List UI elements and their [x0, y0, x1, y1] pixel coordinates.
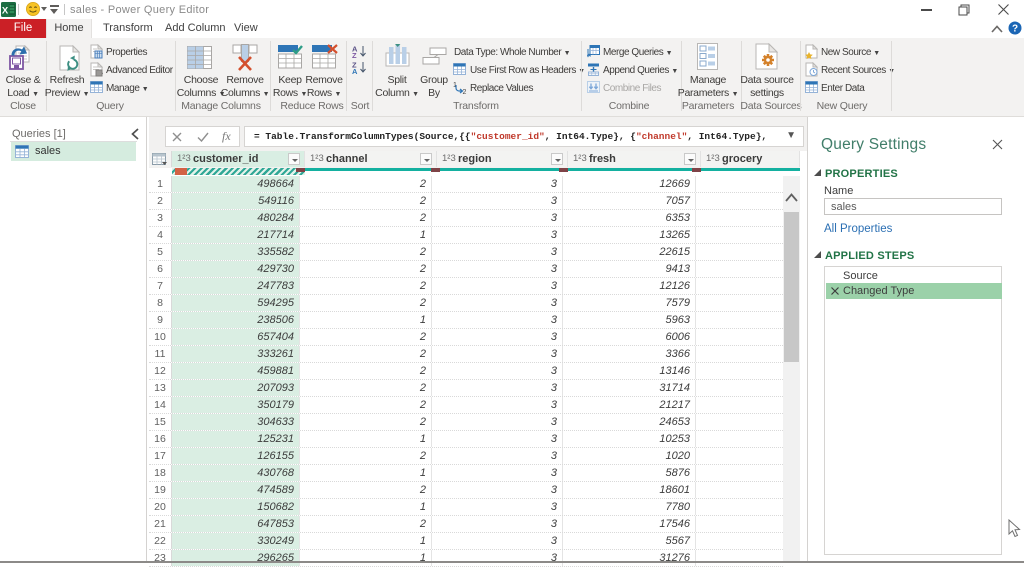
svg-text:A: A	[352, 67, 358, 74]
svg-text:2: 2	[463, 89, 467, 94]
svg-text:?: ?	[1012, 24, 1018, 35]
svg-text:X: X	[2, 6, 9, 17]
svg-text:Z: Z	[352, 51, 357, 58]
